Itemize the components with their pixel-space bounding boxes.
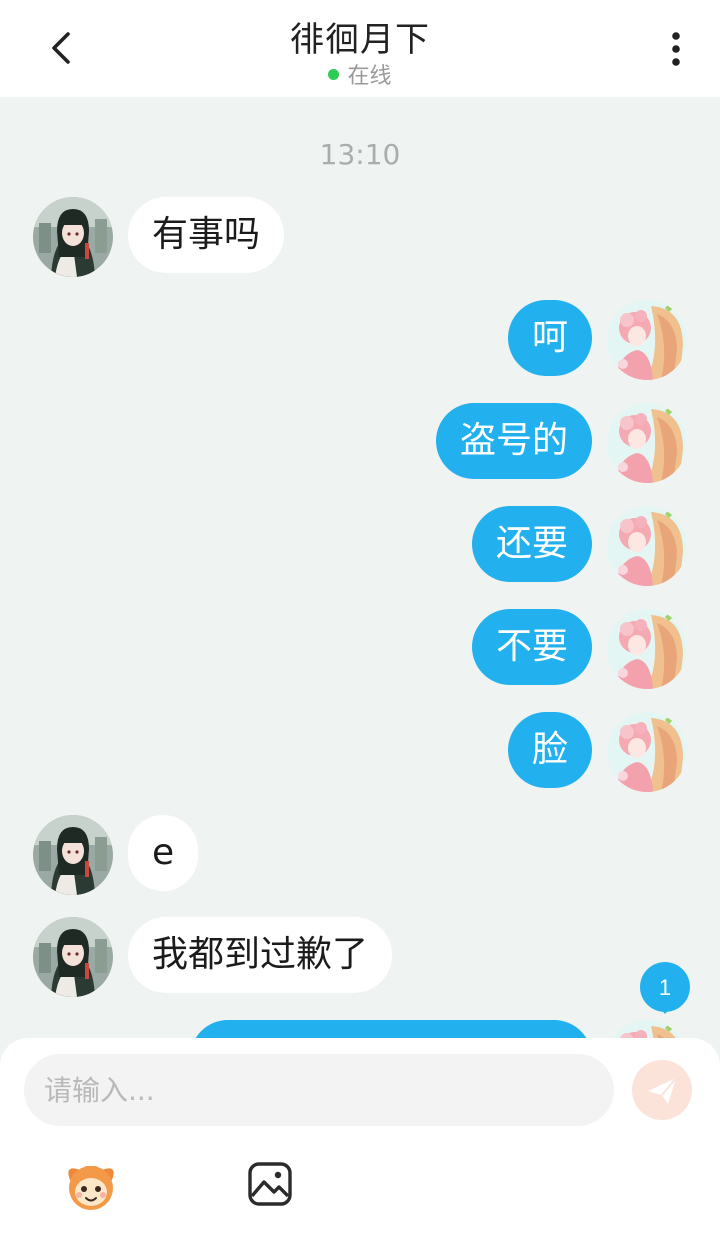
send-button[interactable] — [632, 1060, 692, 1120]
image-button[interactable] — [246, 1160, 294, 1208]
online-status-label: 在线 — [347, 64, 392, 89]
message-composer — [0, 1038, 720, 1245]
outgoing-message-bubble[interactable]: 脸 — [507, 712, 592, 788]
outgoing-message-bubble[interactable]: 不要 — [471, 609, 592, 685]
incoming-message-bubble[interactable]: 我都到过歉了 — [128, 917, 393, 993]
emoji-mascot-icon — [68, 1166, 114, 1210]
my-avatar[interactable] — [607, 300, 687, 380]
incoming-message-bubble[interactable]: 有事吗 — [128, 197, 285, 273]
outgoing-message-bubble[interactable]: 呵 — [507, 300, 592, 376]
more-vertical-icon — [672, 32, 680, 66]
contact-avatar[interactable] — [33, 917, 113, 997]
message-input[interactable] — [24, 1054, 614, 1126]
contact-name: 徘徊月下 — [290, 20, 430, 60]
new-message-count: 1 — [659, 975, 671, 1000]
message-timestamp: 13:10 — [319, 138, 401, 171]
outgoing-message-bubble[interactable]: 还要 — [471, 506, 592, 582]
new-message-badge[interactable]: 1 — [638, 960, 692, 1014]
contact-avatar[interactable] — [33, 815, 113, 895]
emoji-button[interactable] — [60, 1160, 122, 1212]
my-avatar[interactable] — [607, 609, 687, 689]
outgoing-message-bubble[interactable]: 盗号的 — [435, 403, 592, 479]
image-icon — [248, 1162, 292, 1206]
my-avatar[interactable] — [607, 712, 687, 792]
chat-header: 徘徊月下 在线 — [0, 0, 720, 97]
more-options-button[interactable] — [660, 28, 692, 70]
online-dot-icon — [328, 69, 340, 80]
my-avatar[interactable] — [607, 506, 687, 586]
send-icon — [648, 1077, 677, 1104]
incoming-message-bubble[interactable]: e — [128, 815, 199, 891]
online-status: 在线 — [0, 58, 720, 90]
contact-avatar[interactable] — [33, 197, 113, 277]
my-avatar[interactable] — [607, 403, 687, 483]
